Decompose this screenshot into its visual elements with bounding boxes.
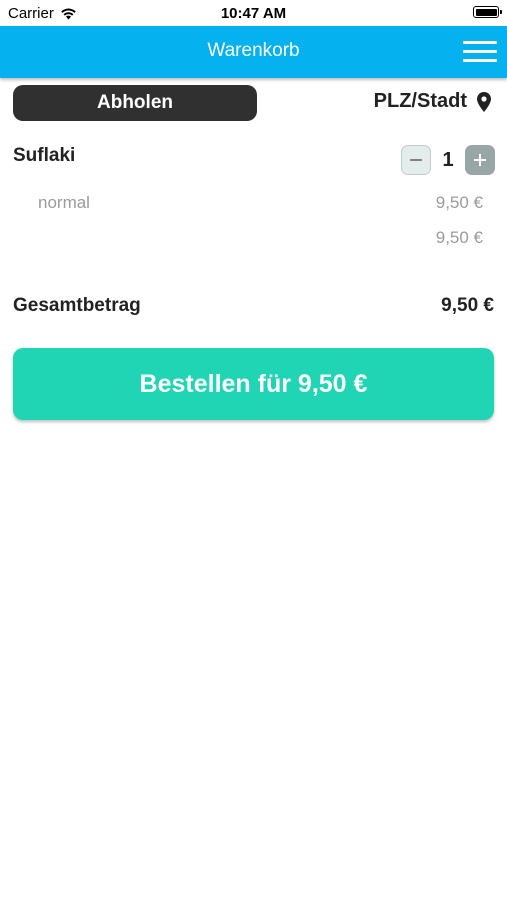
decrease-quantity-button[interactable] bbox=[401, 145, 431, 175]
menu-bar bbox=[463, 59, 497, 62]
total-label: Gesamtbetrag bbox=[13, 295, 141, 316]
pickup-button[interactable]: Abholen bbox=[13, 85, 257, 121]
increase-quantity-button[interactable] bbox=[465, 145, 495, 175]
navbar: Warenkorb bbox=[0, 26, 507, 78]
map-pin-icon bbox=[477, 91, 491, 112]
item-total-price: 9,50 € bbox=[435, 228, 483, 247]
quantity-stepper: 1 bbox=[401, 145, 495, 175]
quantity-value: 1 bbox=[442, 148, 454, 171]
screen: Carrier 10:47 AM Warenkorb Abholen PLZ/S… bbox=[0, 0, 507, 900]
location-selector[interactable]: PLZ/Stadt bbox=[374, 90, 491, 113]
menu-bar bbox=[463, 41, 497, 44]
item-variant-label: normal bbox=[38, 193, 90, 212]
minus-icon bbox=[410, 159, 422, 161]
page-title: Warenkorb bbox=[207, 40, 300, 61]
plus-icon bbox=[474, 154, 486, 166]
total-value: 9,50 € bbox=[441, 295, 494, 316]
menu-bar bbox=[463, 50, 497, 53]
status-time: 10:47 AM bbox=[220, 5, 287, 22]
battery-icon bbox=[473, 6, 502, 18]
location-label: PLZ/Stadt bbox=[373, 90, 467, 112]
item-variant-price: 9,50 € bbox=[435, 193, 483, 212]
order-button[interactable]: Bestellen für 9,50 € bbox=[13, 348, 494, 420]
hamburger-menu-icon[interactable] bbox=[463, 39, 497, 65]
status-bar: Carrier 10:47 AM bbox=[0, 0, 507, 26]
cart-item-name: Suflaki bbox=[13, 145, 76, 166]
